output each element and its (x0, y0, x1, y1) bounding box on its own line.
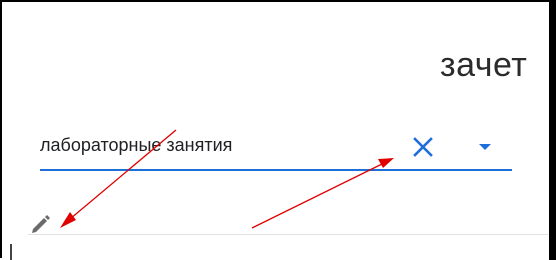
clear-button[interactable] (408, 132, 438, 162)
caret-down-icon (479, 144, 491, 150)
dropdown-button[interactable] (470, 132, 500, 162)
row-divider (28, 234, 548, 235)
screenshot-frame: зачет лабораторные занятия (0, 0, 556, 260)
assessment-type-label: зачет (440, 46, 528, 84)
right-edge-bar (549, 2, 556, 260)
field-underline (40, 169, 512, 171)
work-type-select[interactable]: лабораторные занятия (40, 130, 512, 171)
close-icon (413, 137, 433, 157)
work-type-value: лабораторные занятия (40, 135, 233, 155)
